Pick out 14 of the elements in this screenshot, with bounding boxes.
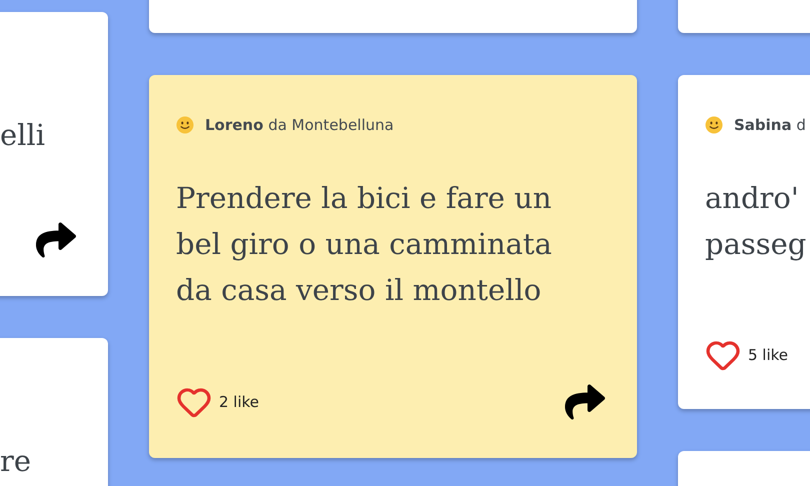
share-button[interactable]	[565, 382, 605, 422]
share-icon	[565, 382, 605, 422]
like-button[interactable]: 5 like	[705, 337, 788, 373]
share-button[interactable]	[36, 220, 76, 260]
share-icon	[36, 220, 76, 260]
note-text: elli	[0, 117, 45, 154]
note-text: Prendere la bici e fare un bel giro o una camminata da casa verso il montello	[176, 180, 552, 309]
smiley-icon	[176, 116, 194, 134]
note-text: re	[0, 443, 32, 480]
author-line: Loreno da Montebelluna	[205, 114, 394, 136]
smiley-icon	[705, 116, 723, 134]
like-button[interactable]: 2 like	[176, 384, 260, 420]
note-text: andro' passeg	[705, 180, 806, 263]
author-line: Sabina d	[734, 114, 806, 136]
